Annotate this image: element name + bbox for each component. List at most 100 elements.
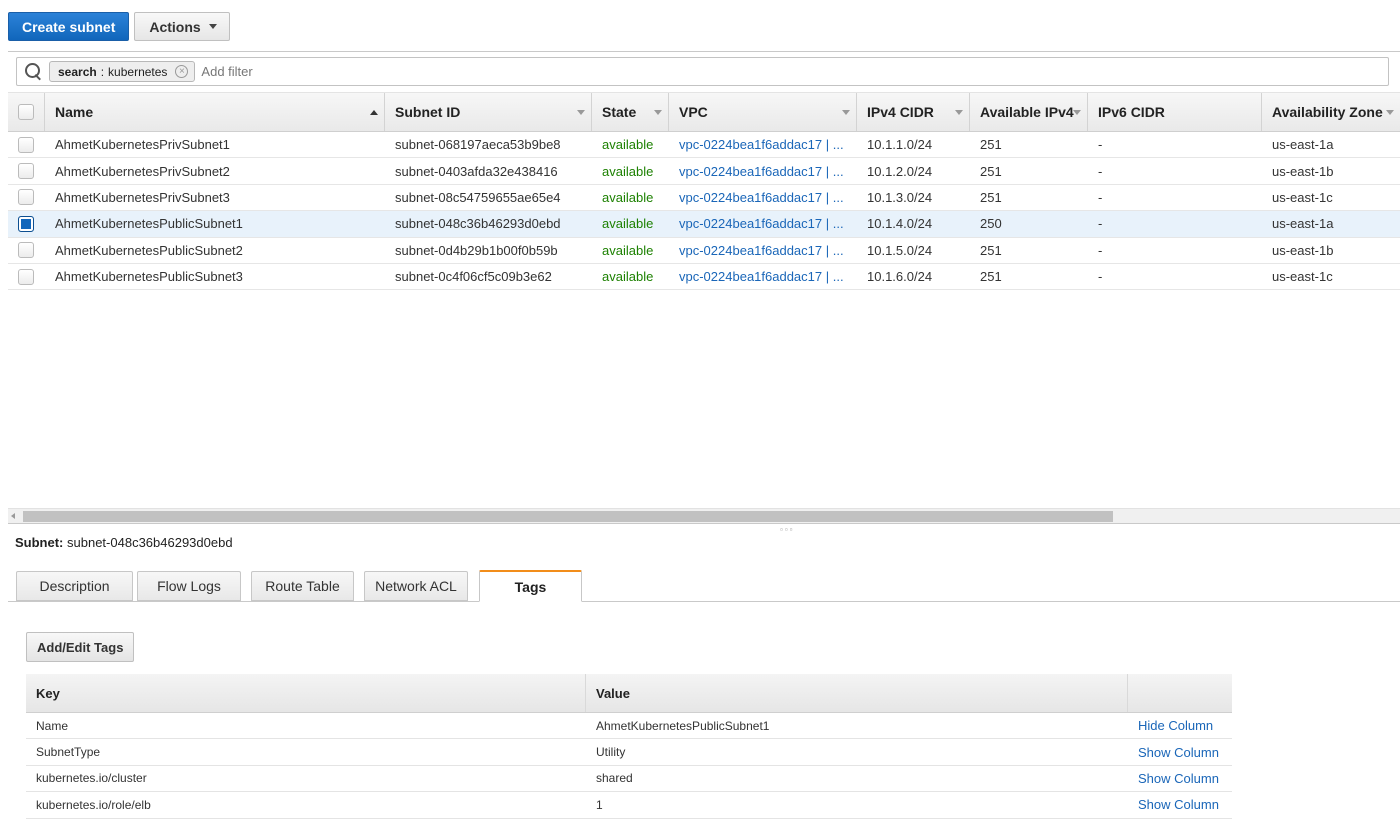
detail-title-value: subnet-048c36b46293d0ebd	[67, 535, 233, 550]
row-checkbox[interactable]	[18, 268, 34, 285]
subnet-state: available	[602, 242, 654, 258]
tag-column-toggle-link[interactable]: Show Column	[1128, 771, 1232, 786]
column-header-available-ipv4[interactable]: Available IPv4	[970, 93, 1088, 131]
sort-icon[interactable]	[654, 110, 662, 115]
actions-dropdown-button[interactable]: Actions	[134, 12, 230, 41]
tag-column-toggle-link[interactable]: Hide Column	[1128, 718, 1232, 733]
select-all-checkbox[interactable]	[18, 104, 34, 120]
tag-column-toggle-link[interactable]: Show Column	[1128, 797, 1232, 812]
table-row[interactable]: AhmetKubernetesPrivSubnet3 subnet-08c547…	[8, 185, 1400, 212]
table-row[interactable]: AhmetKubernetesPublicSubnet2 subnet-0d4b…	[8, 238, 1400, 264]
vpc-link[interactable]: vpc-0224bea1f6addac17 | ...	[669, 269, 857, 284]
toolbar: Create subnet Actions	[8, 12, 230, 42]
tab-flow-logs[interactable]: Flow Logs	[137, 571, 241, 601]
subnet-name: AhmetKubernetesPublicSubnet2	[55, 242, 243, 258]
row-checkbox[interactable]	[18, 136, 34, 153]
sort-icon[interactable]	[1386, 110, 1394, 115]
toolbar-divider	[8, 51, 1400, 52]
ipv4-cidr: 10.1.6.0/24	[867, 269, 933, 285]
panel-splitter[interactable]	[8, 523, 1400, 524]
row-select-cell	[8, 189, 45, 206]
sort-icon[interactable]	[842, 110, 850, 115]
filter-bar[interactable]: search : kubernetes × Add filter	[16, 57, 1389, 86]
subnet-name: AhmetKubernetesPrivSubnet2	[55, 163, 230, 179]
search-icon	[22, 60, 46, 84]
ipv6-cidr: -	[1098, 269, 1103, 285]
subnet-id: subnet-0d4b29b1b00f0b59b	[395, 242, 558, 258]
tag-value: Utility	[596, 745, 626, 760]
tag-key: Name	[36, 718, 69, 733]
scrollbar-thumb[interactable]	[23, 511, 1113, 522]
horizontal-scrollbar[interactable]	[8, 508, 1400, 523]
sort-icon[interactable]	[1073, 110, 1081, 115]
filter-token[interactable]: search : kubernetes ×	[49, 61, 196, 82]
ipv6-cidr: -	[1098, 137, 1103, 153]
subnet-id: subnet-08c54759655ae65e4	[395, 189, 561, 205]
availability-zone: us-east-1b	[1272, 242, 1334, 258]
table-row[interactable]: AhmetKubernetesPublicSubnet1 subnet-048c…	[8, 211, 1400, 238]
subnet-name: AhmetKubernetesPublicSubnet3	[55, 269, 243, 285]
vpc-link[interactable]: vpc-0224bea1f6addac17 | ...	[669, 243, 857, 258]
column-header-ipv6-cidr[interactable]: IPv6 CIDR	[1088, 93, 1262, 131]
tab-route-table[interactable]: Route Table	[251, 571, 354, 601]
table-row[interactable]: AhmetKubernetesPrivSubnet1 subnet-068197…	[8, 132, 1400, 159]
subnet-state: available	[602, 189, 654, 205]
vpc-link[interactable]: vpc-0224bea1f6addac17 | ...	[669, 137, 857, 152]
tag-row: kubernetes.io/cluster shared Show Column	[26, 766, 1232, 793]
tag-value: shared	[596, 771, 633, 786]
column-header-vpc[interactable]: VPC	[669, 93, 857, 131]
table-row[interactable]: AhmetKubernetesPrivSubnet2 subnet-0403af…	[8, 158, 1400, 185]
ipv4-cidr: 10.1.4.0/24	[867, 216, 933, 232]
detail-tabs: Description Flow Logs Route Table Networ…	[8, 570, 1400, 602]
vpc-link[interactable]: vpc-0224bea1f6addac17 | ...	[669, 190, 857, 205]
vpc-link[interactable]: vpc-0224bea1f6addac17 | ...	[669, 216, 857, 231]
ipv4-cidr: 10.1.5.0/24	[867, 242, 933, 258]
filter-token-key: search	[58, 64, 97, 79]
column-header-ipv4-cidr[interactable]: IPv4 CIDR	[857, 93, 970, 131]
ipv4-cidr: 10.1.3.0/24	[867, 189, 933, 205]
detail-title: Subnet: subnet-048c36b46293d0ebd	[15, 535, 233, 550]
sort-icon[interactable]	[577, 110, 585, 115]
row-checkbox[interactable]	[18, 242, 34, 259]
create-subnet-button[interactable]: Create subnet	[8, 12, 130, 41]
availability-zone: us-east-1a	[1272, 216, 1334, 232]
ipv6-cidr: -	[1098, 189, 1103, 205]
drag-handle-icon[interactable]: ▫▫▫	[780, 525, 795, 534]
row-checkbox[interactable]	[18, 215, 34, 232]
tags-table-body: Name AhmetKubernetesPublicSubnet1 Hide C…	[26, 713, 1232, 819]
tag-column-toggle-link[interactable]: Show Column	[1128, 745, 1232, 760]
column-header-state[interactable]: State	[592, 93, 669, 131]
row-select-cell	[8, 242, 45, 259]
row-checkbox[interactable]	[18, 163, 34, 180]
column-header-subnet-id[interactable]: Subnet ID	[385, 93, 592, 131]
scroll-left-icon[interactable]	[11, 513, 15, 519]
subnet-name: AhmetKubernetesPrivSubnet3	[55, 189, 230, 205]
table-row[interactable]: AhmetKubernetesPublicSubnet3 subnet-0c4f…	[8, 264, 1400, 291]
row-checkbox[interactable]	[18, 189, 34, 206]
subnet-id: subnet-0403afda32e438416	[395, 163, 558, 179]
tag-value: AhmetKubernetesPublicSubnet1	[596, 718, 770, 733]
sort-ascending-icon[interactable]	[370, 110, 378, 115]
sort-icon[interactable]	[955, 110, 963, 115]
column-header-name[interactable]: Name	[45, 93, 385, 131]
ipv6-cidr: -	[1098, 163, 1103, 179]
select-all-cell	[8, 93, 45, 131]
add-filter-input[interactable]: Add filter	[201, 64, 252, 79]
tags-table: Key Value Name AhmetKubernetesPublicSubn…	[26, 674, 1232, 819]
column-header-label: IPv6 CIDR	[1098, 104, 1165, 120]
tab-description[interactable]: Description	[16, 571, 133, 601]
vpc-link[interactable]: vpc-0224bea1f6addac17 | ...	[669, 164, 857, 179]
close-icon[interactable]: ×	[175, 65, 189, 78]
ipv6-cidr: -	[1098, 242, 1103, 258]
tab-tags[interactable]: Tags	[479, 570, 582, 602]
column-header-key: Key	[26, 674, 586, 712]
tab-network-acl[interactable]: Network ACL	[364, 571, 468, 601]
subnet-id: subnet-0c4f06cf5c09b3e62	[395, 269, 552, 285]
column-header-availability-zone[interactable]: Availability Zone	[1262, 93, 1400, 131]
column-header-label: Subnet ID	[395, 104, 461, 120]
actions-label: Actions	[149, 18, 201, 35]
column-header-label: State	[602, 104, 637, 120]
add-edit-tags-button[interactable]: Add/Edit Tags	[26, 632, 135, 662]
subnet-name: AhmetKubernetesPrivSubnet1	[55, 137, 230, 153]
column-header-label: Available IPv4	[980, 104, 1074, 120]
